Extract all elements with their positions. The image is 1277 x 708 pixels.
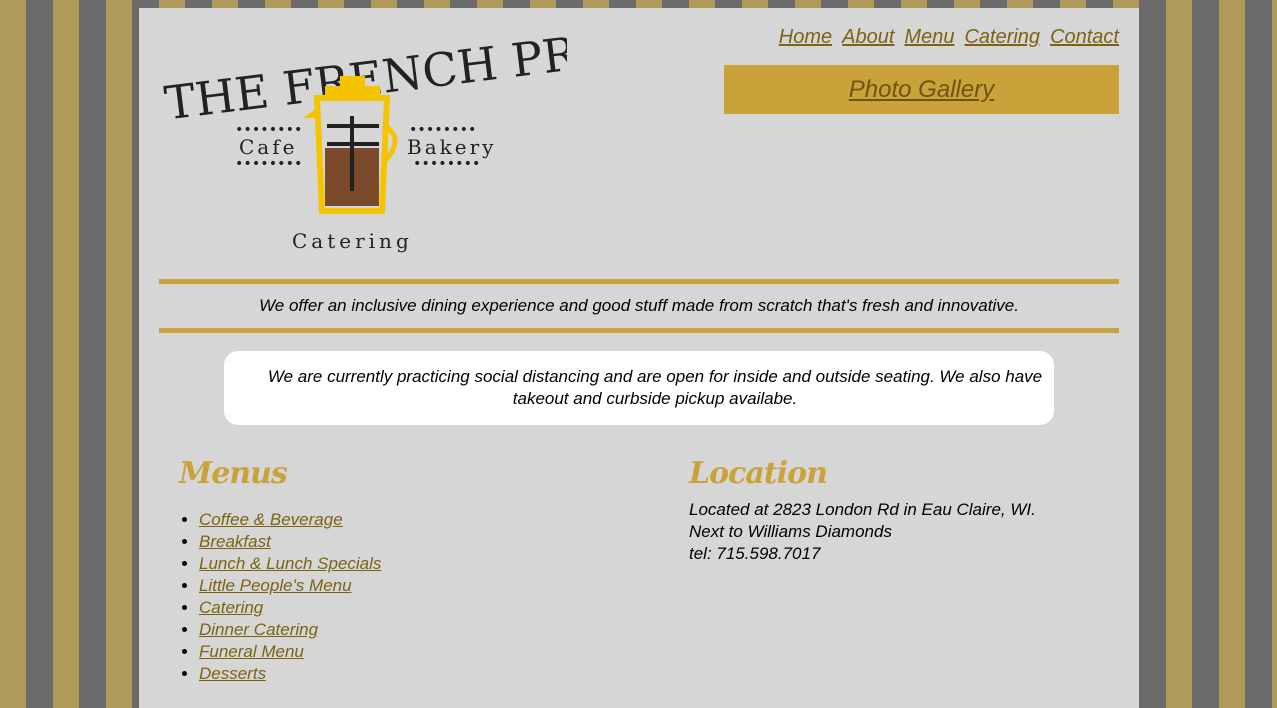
list-item: Dinner Catering [199, 619, 629, 641]
nav-catering[interactable]: Catering [964, 26, 1040, 49]
logo-catering: Catering [292, 229, 413, 253]
nav-home[interactable]: Home [779, 26, 832, 49]
nav-menu[interactable]: Menu [904, 26, 954, 49]
list-item: Breakfast [199, 531, 629, 553]
list-item: Funeral Menu [199, 641, 629, 663]
menu-link-desserts[interactable]: Desserts [199, 664, 266, 683]
nav-contact[interactable]: Contact [1050, 26, 1119, 49]
menu-link-breakfast[interactable]: Breakfast [199, 532, 271, 551]
location-address: Located at 2823 London Rd in Eau Claire,… [689, 499, 1109, 565]
list-item: Coffee & Beverage [199, 509, 629, 531]
page-container: THE FRENCH PRESS •••••••• Cafe •••••••• … [139, 8, 1139, 708]
french-press-icon [303, 76, 398, 214]
phone-line: tel: 715.598.7017 [689, 544, 821, 563]
list-item: Lunch & Lunch Specials [199, 553, 629, 575]
tagline: We offer an inclusive dining experience … [159, 279, 1119, 333]
menu-link-little-people[interactable]: Little People's Menu [199, 576, 352, 595]
nav-about[interactable]: About [842, 26, 894, 49]
landmark-line: Next to Williams Diamonds [689, 522, 892, 541]
menu-link-funeral[interactable]: Funeral Menu [199, 642, 304, 661]
list-item: Desserts [199, 663, 629, 685]
menu-link-catering[interactable]: Catering [199, 598, 263, 617]
location-heading: Location [689, 456, 828, 491]
main-nav: Home About Menu Catering Contact [779, 26, 1119, 49]
menus-list: Coffee & Beverage Breakfast Lunch & Lunc… [179, 509, 629, 685]
menu-link-dinner-catering[interactable]: Dinner Catering [199, 620, 318, 639]
photo-gallery-link[interactable]: Photo Gallery [849, 76, 994, 104]
menus-heading: Menus [179, 456, 288, 491]
list-item: Little People's Menu [199, 575, 629, 597]
svg-text:••••••••: •••••••• [413, 156, 480, 172]
covid-notice: We are currently practicing social dista… [224, 351, 1054, 425]
photo-gallery-banner[interactable]: Photo Gallery [724, 65, 1119, 114]
svg-text:••••••••: •••••••• [235, 156, 302, 172]
logo-graphic: THE FRENCH PRESS •••••••• Cafe •••••••• … [162, 15, 675, 253]
menus-section: Menus Coffee & Beverage Breakfast Lunch … [179, 456, 629, 685]
menu-link-coffee[interactable]: Coffee & Beverage [199, 510, 343, 529]
location-section: Location Located at 2823 London Rd in Ea… [689, 456, 1109, 565]
menu-link-lunch[interactable]: Lunch & Lunch Specials [199, 554, 381, 573]
address-line: Located at 2823 London Rd in Eau Claire,… [689, 500, 1036, 519]
french-press-logo[interactable]: THE FRENCH PRESS •••••••• Cafe •••••••• … [157, 15, 675, 256]
list-item: Catering [199, 597, 629, 619]
